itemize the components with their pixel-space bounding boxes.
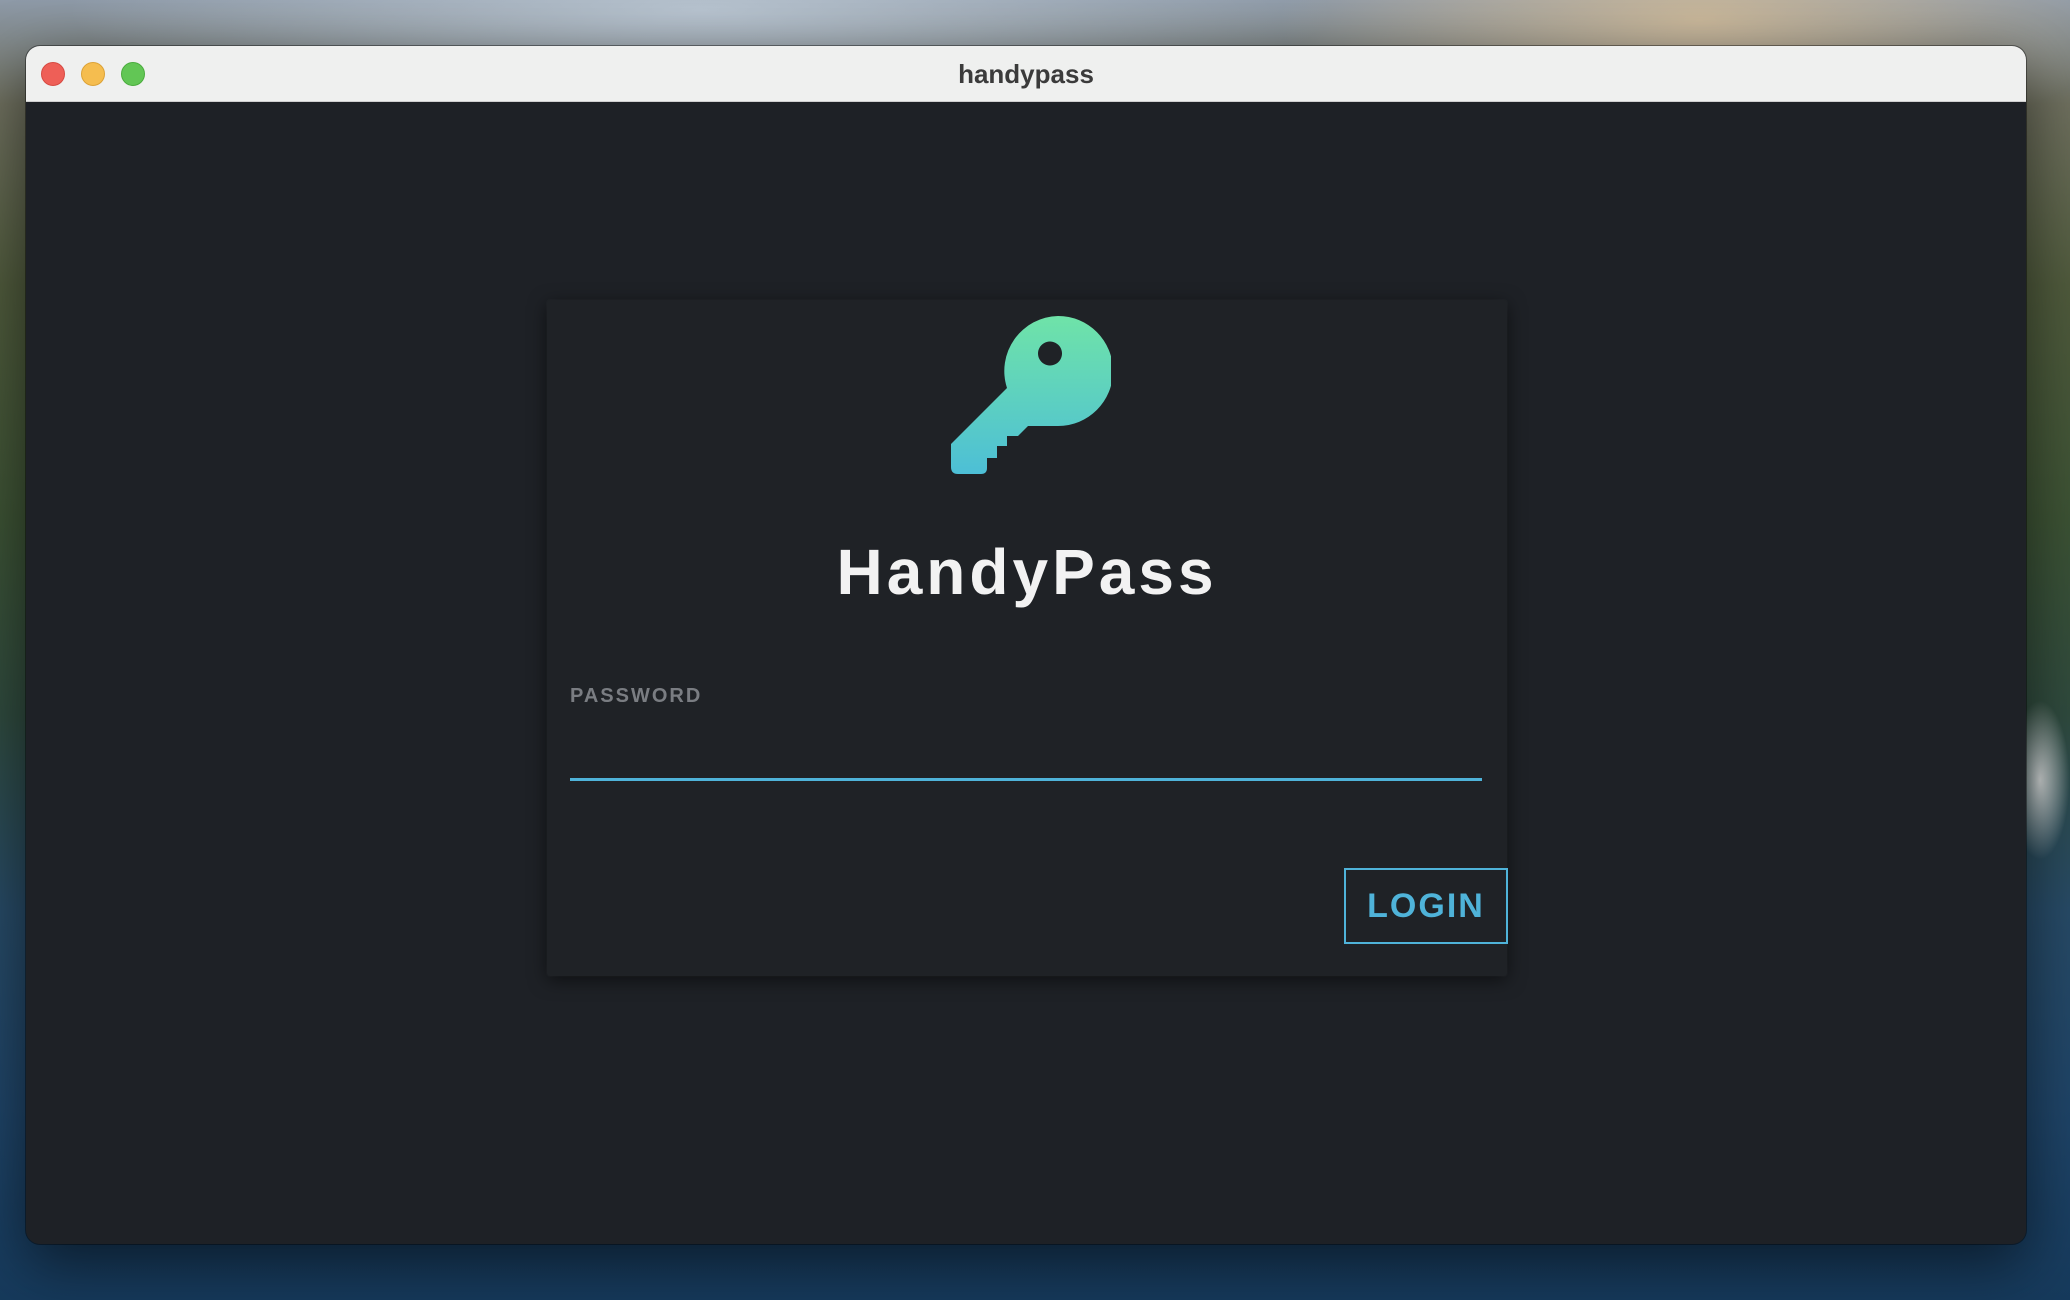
login-button[interactable]: LOGIN: [1344, 868, 1508, 944]
app-name-heading: HandyPass: [836, 536, 1218, 608]
main-content: HandyPass PASSWORD LOGIN: [26, 102, 2026, 1244]
login-card: HandyPass PASSWORD LOGIN: [547, 300, 1508, 976]
title-bar[interactable]: handypass: [26, 46, 2026, 102]
app-window: handypass HandyPass PASSWORD LOGIN: [26, 46, 2026, 1244]
password-input[interactable]: [570, 715, 1482, 781]
password-label: PASSWORD: [570, 685, 703, 707]
key-icon: [951, 316, 1111, 474]
window-title: handypass: [958, 59, 1094, 89]
